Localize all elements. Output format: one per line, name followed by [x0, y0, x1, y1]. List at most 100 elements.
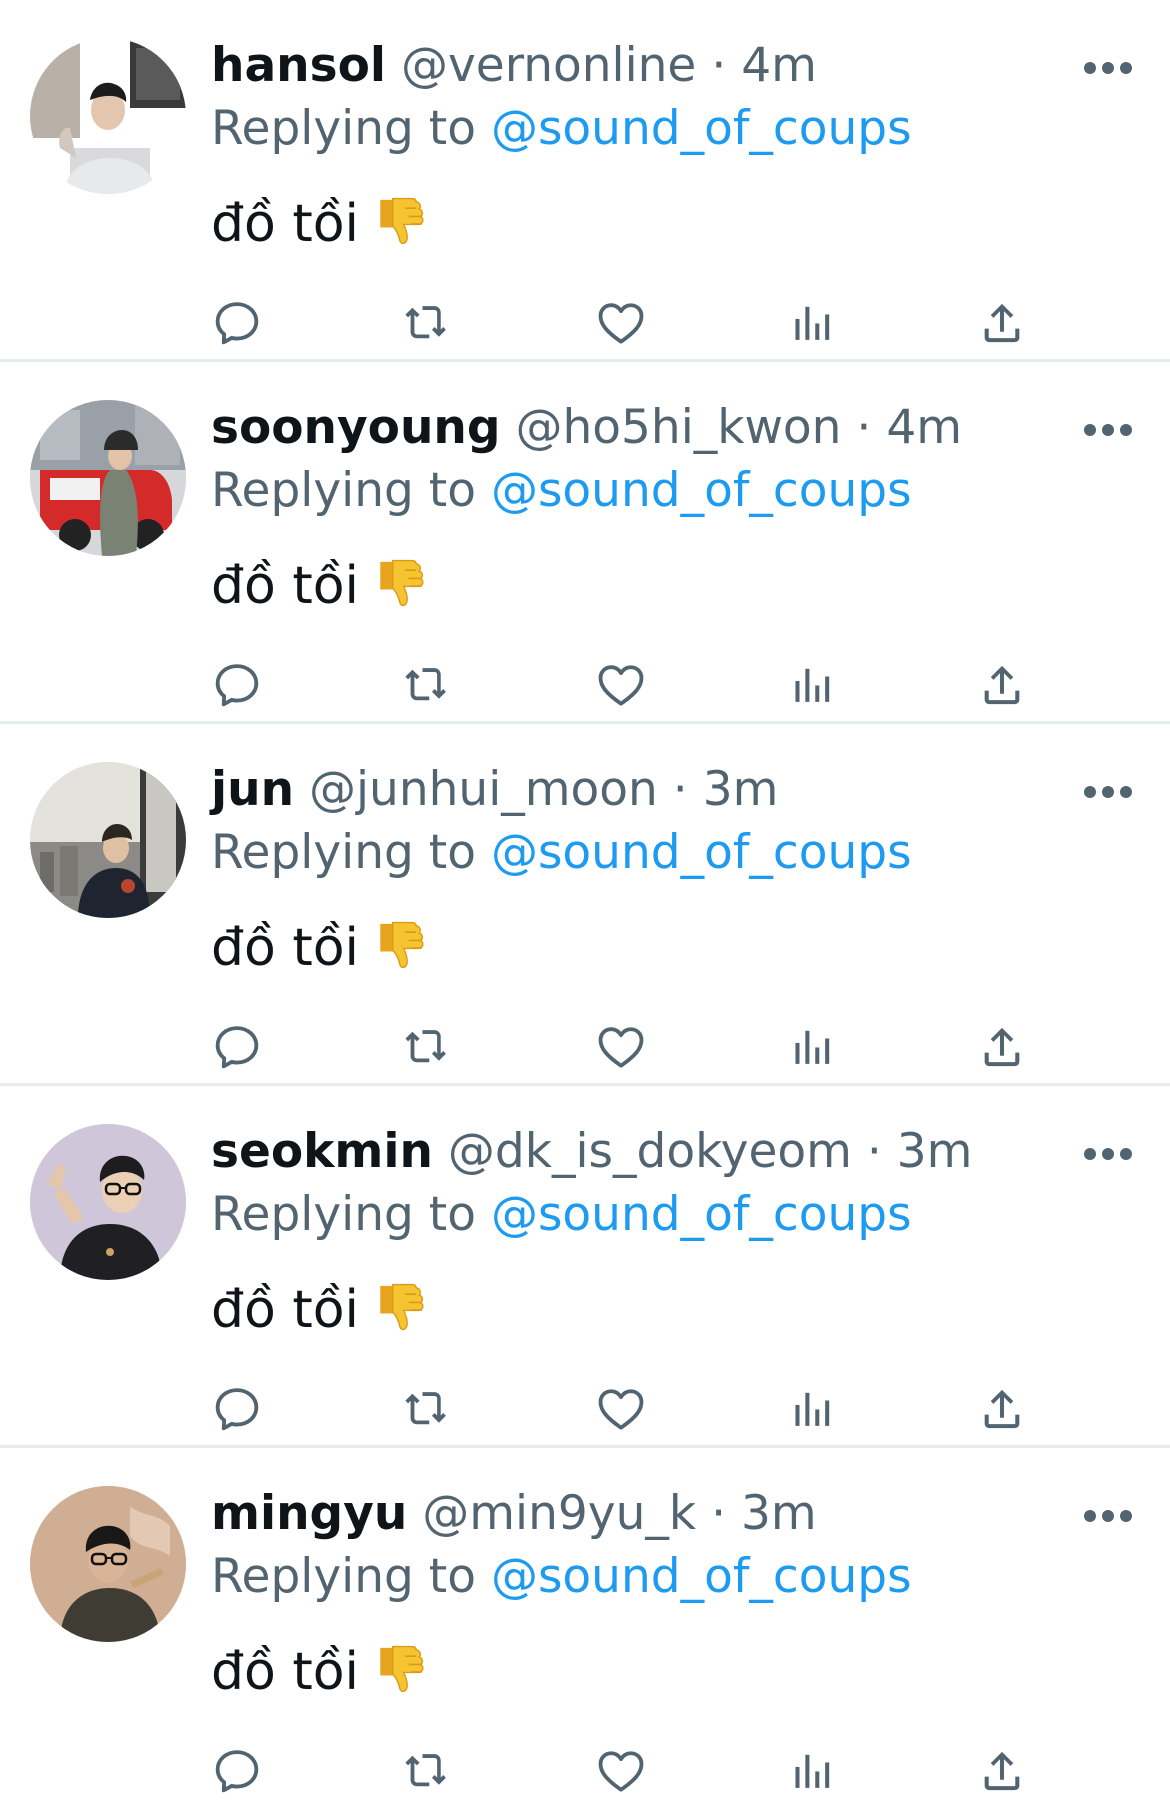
replying-to-line: Replying to @sound_of_coups: [211, 1185, 912, 1245]
share-icon[interactable]: [975, 296, 1029, 350]
tweet-text: đồ tồi: [211, 916, 429, 980]
replying-to-label: Replying to: [211, 825, 476, 880]
tweet-header: soonyoung @ho5hi_kwon · 4m: [211, 398, 962, 458]
share-icon[interactable]: [975, 1744, 1029, 1798]
separator-dot: ·: [711, 1486, 727, 1541]
views-icon[interactable]: [786, 1382, 840, 1436]
display-name[interactable]: seokmin: [211, 1124, 433, 1179]
reply-icon[interactable]: [210, 1744, 264, 1798]
user-handle[interactable]: @ho5hi_kwon: [515, 400, 841, 455]
more-options-icon[interactable]: [1080, 412, 1136, 448]
thumbs-down-emoji-icon: [373, 555, 429, 613]
like-icon[interactable]: [594, 296, 648, 350]
timestamp[interactable]: 3m: [897, 1124, 973, 1179]
tweet-body: đồ tồi: [211, 556, 360, 616]
tweet-header: mingyu @min9yu_k · 3m: [211, 1484, 817, 1544]
like-icon[interactable]: [594, 1020, 648, 1074]
separator-dot: ·: [672, 762, 688, 817]
replying-to-handle[interactable]: @sound_of_coups: [491, 1187, 912, 1242]
views-icon[interactable]: [786, 1744, 840, 1798]
replying-to-line: Replying to @sound_of_coups: [211, 99, 912, 159]
retweet-icon[interactable]: [400, 1020, 454, 1074]
tweet-body: đồ tồi: [211, 194, 360, 254]
more-options-icon[interactable]: [1080, 1136, 1136, 1172]
replying-to-line: Replying to @sound_of_coups: [211, 823, 912, 883]
share-icon[interactable]: [975, 1382, 1029, 1436]
replying-to-line: Replying to @sound_of_coups: [211, 1547, 912, 1607]
action-bar: [0, 1382, 1170, 1438]
tweet-header: seokmin @dk_is_dokyeom · 3m: [211, 1122, 972, 1182]
display-name[interactable]: jun: [211, 762, 294, 817]
avatar-photo-soonyoung: [30, 400, 186, 556]
more-options-icon[interactable]: [1080, 50, 1136, 86]
display-name[interactable]: mingyu: [211, 1486, 407, 1541]
retweet-icon[interactable]: [400, 1382, 454, 1436]
replying-to-line: Replying to @sound_of_coups: [211, 461, 912, 521]
tweet[interactable]: mingyu @min9yu_k · 3m Replying to @sound…: [0, 1448, 1170, 1810]
more-options-icon[interactable]: [1080, 1498, 1136, 1534]
tweet-text: đồ tồi: [211, 1640, 429, 1704]
timestamp[interactable]: 4m: [886, 400, 962, 455]
user-handle[interactable]: @junhui_moon: [309, 762, 658, 817]
reply-icon[interactable]: [210, 1020, 264, 1074]
tweet[interactable]: hansol @vernonline · 4m Replying to @sou…: [0, 0, 1170, 362]
retweet-icon[interactable]: [400, 296, 454, 350]
replying-to-label: Replying to: [211, 1187, 476, 1242]
replying-to-label: Replying to: [211, 463, 476, 518]
replying-to-handle[interactable]: @sound_of_coups: [491, 825, 912, 880]
thumbs-down-emoji-icon: [373, 917, 429, 975]
tweet[interactable]: jun @junhui_moon · 3m Replying to @sound…: [0, 724, 1170, 1086]
like-icon[interactable]: [594, 1382, 648, 1436]
reply-icon[interactable]: [210, 1382, 264, 1436]
reply-icon[interactable]: [210, 296, 264, 350]
views-icon[interactable]: [786, 296, 840, 350]
replying-to-label: Replying to: [211, 1549, 476, 1604]
tweet-body: đồ tồi: [211, 1280, 360, 1340]
avatar[interactable]: [30, 1486, 186, 1642]
views-icon[interactable]: [786, 658, 840, 712]
display-name[interactable]: hansol: [211, 38, 386, 93]
more-options-icon[interactable]: [1080, 774, 1136, 810]
avatar-photo-mingyu: [30, 1486, 186, 1642]
action-bar: [0, 1744, 1170, 1800]
user-handle[interactable]: @min9yu_k: [422, 1486, 696, 1541]
reply-icon[interactable]: [210, 658, 264, 712]
action-bar: [0, 1020, 1170, 1076]
views-icon[interactable]: [786, 1020, 840, 1074]
replying-to-handle[interactable]: @sound_of_coups: [491, 463, 912, 518]
like-icon[interactable]: [594, 1744, 648, 1798]
thumbs-down-emoji-icon: [373, 1641, 429, 1699]
like-icon[interactable]: [594, 658, 648, 712]
tweet-body: đồ tồi: [211, 918, 360, 978]
user-handle[interactable]: @dk_is_dokyeom: [448, 1124, 852, 1179]
retweet-icon[interactable]: [400, 658, 454, 712]
tweet[interactable]: seokmin @dk_is_dokyeom · 3m Replying to …: [0, 1086, 1170, 1448]
timestamp[interactable]: 4m: [741, 38, 817, 93]
tweet-body: đồ tồi: [211, 1642, 360, 1702]
tweet-header: jun @junhui_moon · 3m: [211, 760, 778, 820]
avatar[interactable]: [30, 38, 186, 194]
tweet[interactable]: soonyoung @ho5hi_kwon · 4m Replying to @…: [0, 362, 1170, 724]
tweet-text: đồ tồi: [211, 1278, 429, 1342]
replying-to-handle[interactable]: @sound_of_coups: [491, 1549, 912, 1604]
thumbs-down-emoji-icon: [373, 1279, 429, 1337]
reply-thread: hansol @vernonline · 4m Replying to @sou…: [0, 0, 1170, 1810]
avatar-photo-hansol: [30, 38, 186, 194]
share-icon[interactable]: [975, 658, 1029, 712]
separator-dot: ·: [866, 1124, 882, 1179]
avatar[interactable]: [30, 1124, 186, 1280]
timestamp[interactable]: 3m: [703, 762, 779, 817]
display-name[interactable]: soonyoung: [211, 400, 501, 455]
separator-dot: ·: [711, 38, 727, 93]
avatar[interactable]: [30, 762, 186, 918]
avatar-photo-jun: [30, 762, 186, 918]
user-handle[interactable]: @vernonline: [401, 38, 696, 93]
tweet-text: đồ tồi: [211, 192, 429, 256]
timestamp[interactable]: 3m: [741, 1486, 817, 1541]
share-icon[interactable]: [975, 1020, 1029, 1074]
retweet-icon[interactable]: [400, 1744, 454, 1798]
avatar[interactable]: [30, 400, 186, 556]
separator-dot: ·: [856, 400, 872, 455]
replying-to-handle[interactable]: @sound_of_coups: [491, 101, 912, 156]
tweet-text: đồ tồi: [211, 554, 429, 618]
